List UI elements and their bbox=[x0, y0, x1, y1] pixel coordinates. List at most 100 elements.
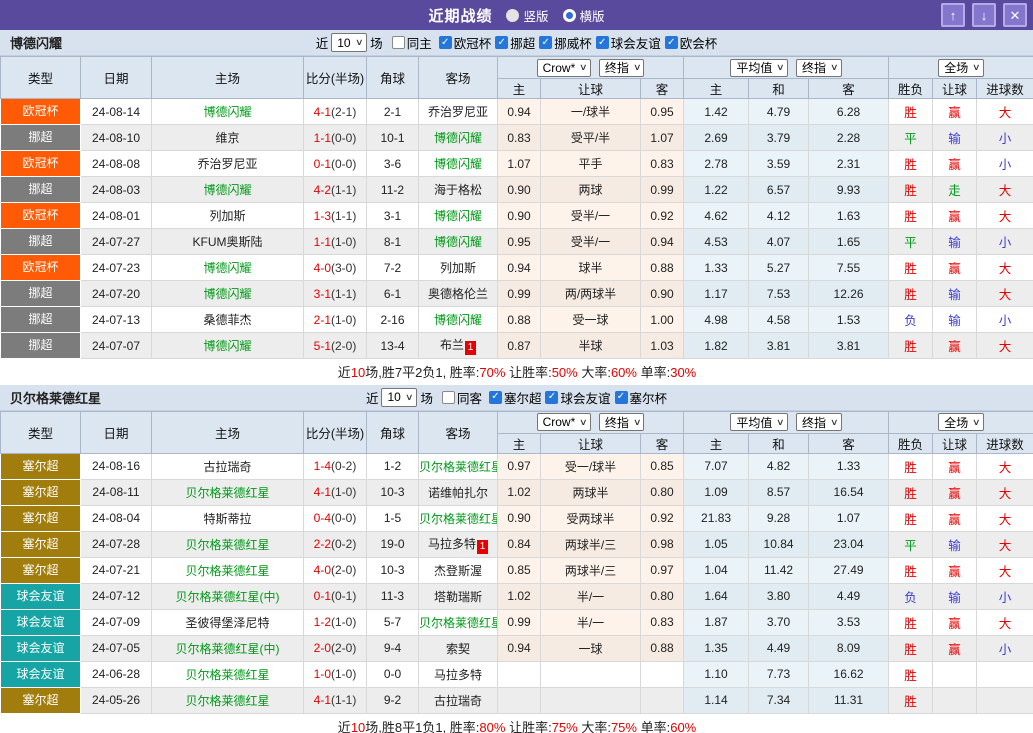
handicap-result-cell: 赢 bbox=[933, 255, 977, 281]
match-count-select[interactable]: 10 ∨ bbox=[381, 388, 417, 407]
chevron-down-icon: ∨ bbox=[830, 417, 839, 428]
league-filter-checkbox[interactable]: ✓挪超 bbox=[495, 33, 535, 52]
summary-segment: 80% bbox=[479, 720, 505, 733]
home-team: 博德闪耀 bbox=[152, 177, 304, 203]
move-down-button[interactable]: ↓ bbox=[972, 3, 996, 27]
result-cell: 胜 bbox=[889, 177, 933, 203]
team-name: 博德闪耀 bbox=[10, 33, 62, 52]
radio-selected-icon[interactable] bbox=[563, 9, 576, 22]
handicap-result-cell: 赢 bbox=[933, 635, 977, 661]
score-cell: 4-0(2-0) bbox=[304, 557, 367, 583]
odds-home-value: 0.87 bbox=[498, 333, 541, 359]
layout-radio-vertical[interactable]: 竖版 bbox=[506, 6, 548, 25]
close-button[interactable]: ✕ bbox=[1003, 3, 1027, 27]
league-filter-checkbox[interactable]: ✓塞尔杯 bbox=[615, 388, 668, 407]
match-row: 挪超24-08-03博德闪耀4-2(1-1)11-2海于格松0.90两球0.99… bbox=[1, 177, 1033, 203]
league-badge: 塞尔超 bbox=[1, 558, 80, 583]
home-team: 桑德菲杰 bbox=[152, 307, 304, 333]
checkbox-checked-icon[interactable]: ✓ bbox=[596, 36, 609, 49]
scope-select[interactable]: 全场∨ bbox=[938, 413, 984, 431]
league-cell: 球会友谊 bbox=[1, 583, 81, 609]
same-venue-checkbox[interactable]: 同客 bbox=[442, 388, 482, 407]
avg-draw-value: 11.42 bbox=[749, 557, 809, 583]
checkbox-checked-icon[interactable]: ✓ bbox=[495, 36, 508, 49]
odds-home-value: 1.07 bbox=[498, 151, 541, 177]
bookmaker-select-value: Crow* bbox=[543, 415, 576, 429]
average-time-select[interactable]: 终指∨ bbox=[796, 59, 842, 77]
handicap-line bbox=[541, 687, 641, 713]
league-filter-checkbox[interactable]: ✓塞尔超 bbox=[489, 388, 542, 407]
handicap-result-cell bbox=[933, 661, 977, 687]
score-cell: 4-0(3-0) bbox=[304, 255, 367, 281]
league-badge: 挪超 bbox=[1, 177, 80, 202]
home-team: 贝尔格莱德红星 bbox=[152, 687, 304, 713]
move-up-button[interactable]: ↑ bbox=[941, 3, 965, 27]
same-venue-checkbox[interactable]: 同主 bbox=[392, 33, 432, 52]
summary-segment: 近 bbox=[338, 720, 351, 733]
goals-result-cell: 大 bbox=[977, 281, 1033, 307]
col-header-odds-handicap: 让球 bbox=[541, 433, 641, 453]
avg-draw-value: 4.79 bbox=[749, 99, 809, 125]
score-cell: 0-1(0-0) bbox=[304, 151, 367, 177]
checkbox-checked-icon[interactable]: ✓ bbox=[539, 36, 552, 49]
corner-count: 6-1 bbox=[367, 281, 419, 307]
col-header-away: 客场 bbox=[419, 57, 498, 99]
away-team: 杰登斯渥 bbox=[419, 557, 498, 583]
corner-count: 13-4 bbox=[367, 333, 419, 359]
away-team: 马拉多特 bbox=[419, 661, 498, 687]
odds-home-value: 1.02 bbox=[498, 583, 541, 609]
checkbox-checked-icon[interactable]: ✓ bbox=[489, 391, 502, 404]
odds-home-value bbox=[498, 687, 541, 713]
col-header-avg-away: 客 bbox=[809, 433, 889, 453]
halftime-score: (2-0) bbox=[331, 563, 356, 577]
checkbox-checked-icon[interactable]: ✓ bbox=[615, 391, 628, 404]
handicap-line: 两球半 bbox=[541, 479, 641, 505]
average-select[interactable]: 平均值∨ bbox=[730, 59, 788, 77]
avg-away-value: 16.54 bbox=[809, 479, 889, 505]
league-filter-checkbox[interactable]: ✓球会友谊 bbox=[545, 388, 610, 407]
league-filter-checkbox[interactable]: ✓球会友谊 bbox=[596, 33, 661, 52]
layout-radio-horizontal[interactable]: 横版 bbox=[563, 6, 605, 25]
match-date: 24-08-10 bbox=[81, 125, 152, 151]
result-cell: 负 bbox=[889, 307, 933, 333]
scope-select[interactable]: 全场∨ bbox=[938, 59, 984, 77]
col-header-odds-away: 客 bbox=[641, 79, 684, 99]
away-team: 博德闪耀 bbox=[419, 307, 498, 333]
avg-draw-value: 7.34 bbox=[749, 687, 809, 713]
radio-unselected-icon[interactable] bbox=[506, 9, 519, 22]
scope-select-group: 全场∨ bbox=[889, 411, 1033, 433]
league-cell: 塞尔超 bbox=[1, 479, 81, 505]
odds-time-select[interactable]: 终指∨ bbox=[599, 413, 645, 431]
odds-away-value: 0.90 bbox=[641, 281, 684, 307]
checkbox-unchecked-icon[interactable] bbox=[392, 36, 405, 49]
handicap-result-cell: 输 bbox=[933, 307, 977, 333]
col-header-odds-away: 客 bbox=[641, 433, 684, 453]
league-filter-checkbox[interactable]: ✓欧会杯 bbox=[665, 33, 718, 52]
avg-home-value: 4.53 bbox=[684, 229, 749, 255]
match-row: 塞尔超24-07-28贝尔格莱德红星2-2(0-2)19-0马拉多特10.84两… bbox=[1, 531, 1033, 557]
result-cell: 胜 bbox=[889, 281, 933, 307]
checkbox-unchecked-icon[interactable] bbox=[442, 391, 455, 404]
checkbox-checked-icon[interactable]: ✓ bbox=[665, 36, 678, 49]
checkbox-checked-icon[interactable]: ✓ bbox=[439, 36, 452, 49]
bookmaker-select[interactable]: Crow*∨ bbox=[537, 59, 591, 77]
average-time-select[interactable]: 终指∨ bbox=[796, 413, 842, 431]
goals-result-cell: 小 bbox=[977, 635, 1033, 661]
summary-segment: 30% bbox=[670, 365, 696, 380]
odds-time-select[interactable]: 终指∨ bbox=[599, 59, 645, 77]
average-select[interactable]: 平均值∨ bbox=[730, 413, 788, 431]
goals-result-cell: 小 bbox=[977, 125, 1033, 151]
league-filter-checkbox[interactable]: ✓挪威杯 bbox=[539, 33, 592, 52]
section-header-away-team: 贝尔格莱德红星 近 10 ∨ 场 同客 ✓塞尔超✓球会友谊✓塞尔杯 bbox=[0, 385, 1033, 411]
checkbox-checked-icon[interactable]: ✓ bbox=[545, 391, 558, 404]
match-count-select[interactable]: 10 ∨ bbox=[331, 33, 367, 52]
fulltime-score: 1-1 bbox=[314, 131, 331, 145]
league-filter-checkbox[interactable]: ✓欧冠杯 bbox=[439, 33, 492, 52]
bookmaker-select[interactable]: Crow*∨ bbox=[537, 413, 591, 431]
avg-away-value: 7.55 bbox=[809, 255, 889, 281]
col-header-avg-away: 客 bbox=[809, 79, 889, 99]
league-badge: 欧冠杯 bbox=[1, 255, 80, 280]
avg-home-value: 1.33 bbox=[684, 255, 749, 281]
filter-bar: 近 10 ∨ 场 同主 ✓欧冠杯✓挪超✓挪威杯✓球会友谊✓欧会杯 bbox=[316, 33, 718, 52]
titlebar: 近期战绩 竖版 横版 ↑ ↓ ✕ bbox=[0, 0, 1033, 30]
